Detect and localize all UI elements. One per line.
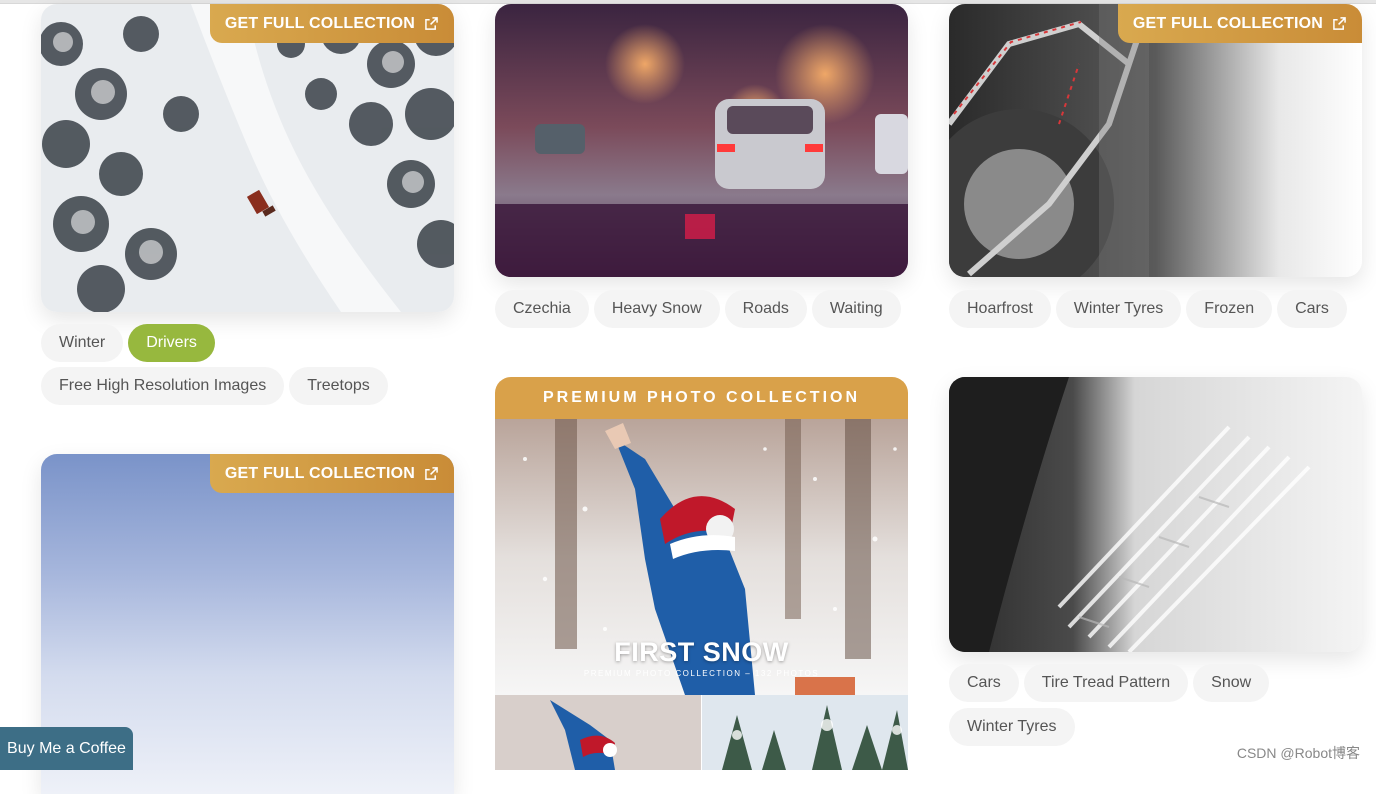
tag-list-snowy-forest: Winter Drivers Free High Resolution Imag… (41, 324, 454, 411)
premium-thumb-2 (702, 695, 908, 770)
get-full-collection-badge[interactable]: GET FULL COLLECTION (209, 4, 454, 43)
get-full-collection-badge[interactable]: GET FULL COLLECTION (1117, 4, 1362, 43)
photo-card-night-traffic[interactable] (495, 4, 908, 277)
tag-list-tire-tread: Cars Tire Tread Pattern Snow Winter Tyre… (949, 664, 1362, 752)
tag-winter[interactable]: Winter (41, 324, 124, 362)
tag-frozen[interactable]: Frozen (1186, 290, 1273, 328)
badge-label: GET FULL COLLECTION (224, 464, 415, 482)
tag-snow[interactable]: Snow (1193, 664, 1270, 702)
tag-list-snow-chains: Hoarfrost Winter Tyres Frozen Cars (949, 290, 1362, 334)
buy-me-a-coffee-button[interactable]: Buy Me a Coffee (0, 727, 133, 770)
get-full-collection-badge[interactable]: GET FULL COLLECTION (209, 454, 454, 493)
tag-czechia[interactable]: Czechia (495, 290, 589, 328)
csdn-watermark: CSDN @Robot博客 (1236, 745, 1360, 761)
photo-card-snowy-forest[interactable]: GET FULL COLLECTION (41, 4, 454, 312)
tag-waiting[interactable]: Waiting (811, 290, 901, 328)
night-traffic-photo (495, 4, 908, 277)
tag-cars[interactable]: Cars (949, 664, 1019, 702)
tag-free-high-resolution-images[interactable]: Free High Resolution Images (41, 367, 285, 405)
badge-label: GET FULL COLLECTION (224, 14, 415, 32)
photo-card-tire-tread[interactable] (949, 377, 1362, 652)
first-snow-cover: FIRST SNOW PREMIUM PHOTO COLLECTION – 13… (495, 419, 908, 695)
first-snow-subtitle: PREMIUM PHOTO COLLECTION – 132 PHOTOS (583, 669, 820, 678)
thumb-photo-1 (495, 695, 701, 770)
external-link-icon (425, 467, 438, 480)
tag-drivers[interactable]: Drivers (128, 324, 215, 362)
tag-tire-tread-pattern[interactable]: Tire Tread Pattern (1023, 664, 1189, 702)
tag-winter-tyres[interactable]: Winter Tyres (949, 708, 1075, 746)
badge-label: GET FULL COLLECTION (1132, 14, 1323, 32)
tag-heavy-snow[interactable]: Heavy Snow (593, 290, 720, 328)
external-link-icon (425, 17, 438, 30)
premium-thumb-1 (495, 695, 701, 770)
tag-cars[interactable]: Cars (1277, 290, 1347, 328)
premium-collection-header: PREMIUM PHOTO COLLECTION (495, 377, 908, 419)
snowy-forest-photo (41, 4, 454, 312)
tag-list-night-traffic: Czechia Heavy Snow Roads Waiting (495, 290, 908, 334)
external-link-icon (1333, 17, 1346, 30)
tag-roads[interactable]: Roads (724, 290, 807, 328)
premium-collection-card[interactable]: PREMIUM PHOTO COLLECTION FIRST SNOW PREM… (495, 377, 908, 770)
tag-treetops[interactable]: Treetops (289, 367, 388, 405)
first-snow-title: FIRST SNOW (614, 637, 789, 667)
tire-tread-photo (949, 377, 1362, 652)
tag-hoarfrost[interactable]: Hoarfrost (949, 290, 1051, 328)
snow-chains-photo (949, 4, 1362, 277)
tag-winter-tyres[interactable]: Winter Tyres (1055, 290, 1182, 328)
thumb-photo-2 (702, 695, 908, 770)
photo-card-snow-chains[interactable]: GET FULL COLLECTION (949, 4, 1362, 277)
